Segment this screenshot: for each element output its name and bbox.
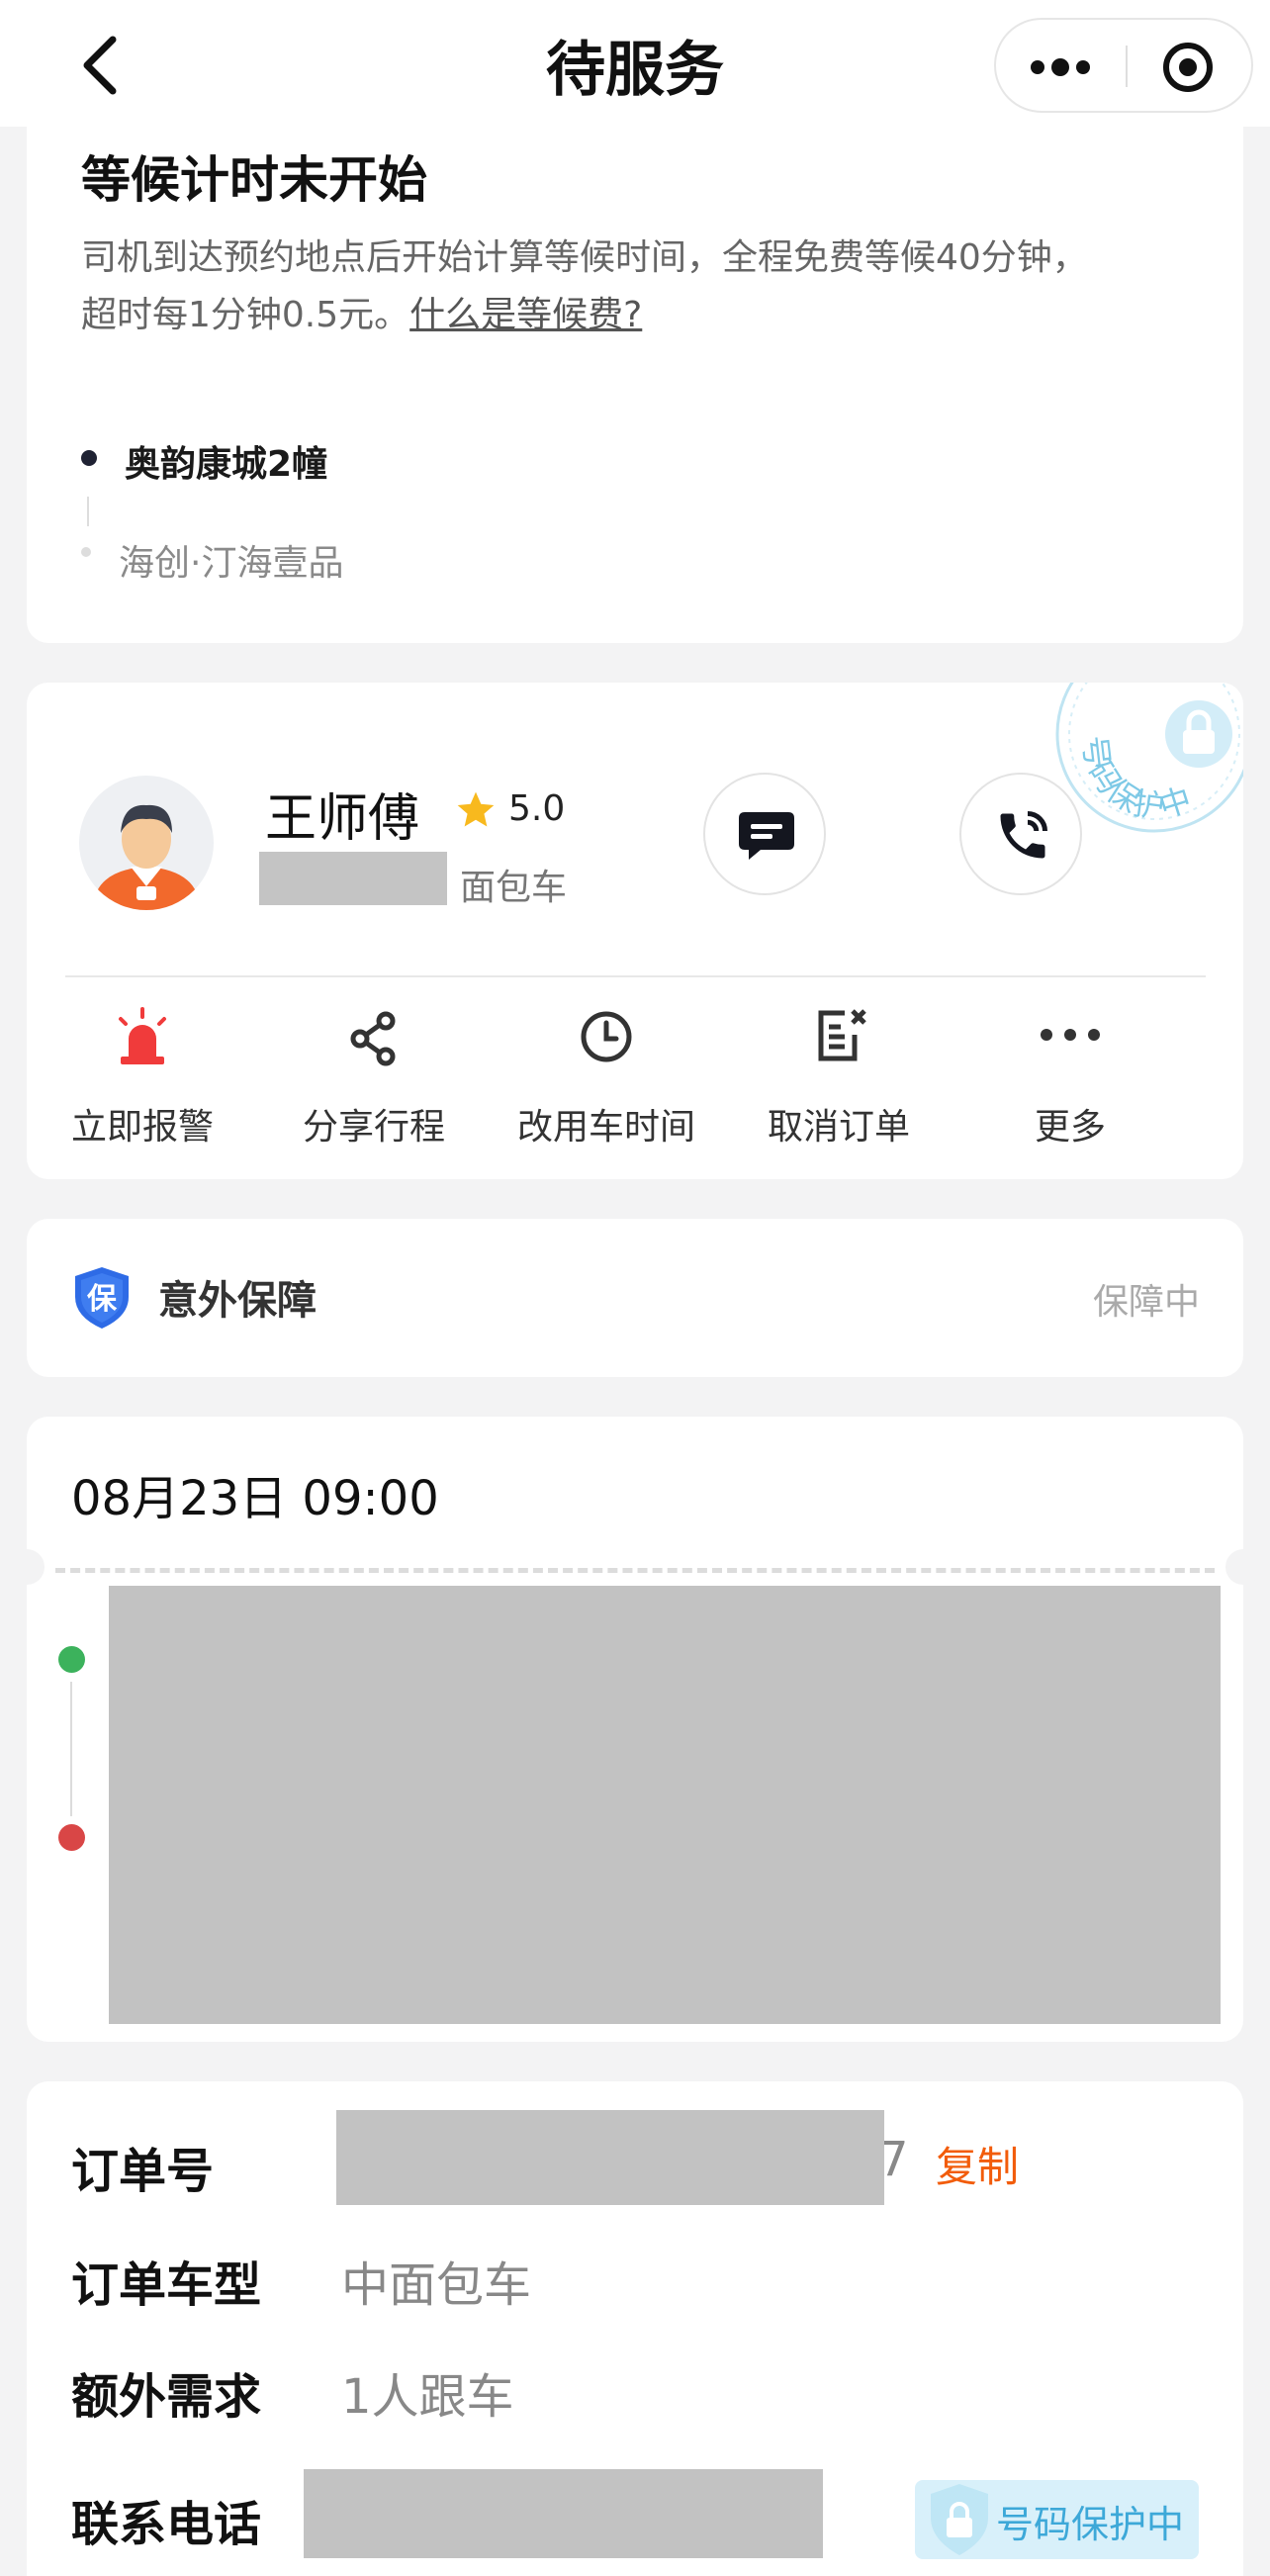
- ellipsis-icon[interactable]: [1028, 55, 1093, 79]
- capsule-divider: [1126, 46, 1128, 87]
- start-point-dot: [58, 1646, 85, 1673]
- route-start-dot: [81, 450, 97, 466]
- more-dots-icon: [1041, 1029, 1100, 1041]
- extra-demand-value: 1人跟车: [341, 2369, 514, 2425]
- call-button[interactable]: [959, 773, 1082, 895]
- insurance-badge-text: 保: [87, 1282, 118, 1317]
- lock-shield-icon: [931, 2484, 988, 2555]
- mini-program-capsule: [994, 18, 1253, 113]
- address-redacted: [109, 1586, 1221, 2024]
- driver-name: 王师傅: [265, 789, 420, 849]
- action-label: 分享行程: [302, 1107, 445, 1148]
- ticket-dashed-divider: [55, 1568, 1215, 1573]
- insurance-label: 意外保障: [158, 1278, 317, 1324]
- waiting-desc-line2: 超时每1分钟0.5元。: [81, 295, 410, 335]
- target-circle-icon[interactable]: [1162, 42, 1214, 93]
- order-id-redacted: [336, 2110, 884, 2205]
- extra-demand-label: 额外需求: [71, 2369, 262, 2425]
- action-label: 立即报警: [70, 1107, 214, 1148]
- route-end-dot: [81, 547, 91, 557]
- action-label: 取消订单: [767, 1107, 910, 1148]
- avatar: [79, 776, 214, 910]
- chat-bubble-icon: [739, 812, 794, 860]
- waiting-description: 司机到达预约地点后开始计算等候时间，全程免费等候40分钟， 超时每1分钟0.5元…: [81, 230, 1189, 344]
- order-type-label: 订单车型: [71, 2257, 262, 2313]
- trip-time: 08月23日 09:00: [71, 1471, 439, 1526]
- route-connector: [87, 497, 89, 526]
- copy-order-button[interactable]: 复制: [936, 2134, 1019, 2194]
- number-protection-text: 号码保护中: [996, 2503, 1185, 2546]
- action-label: 改用车时间: [516, 1107, 695, 1148]
- order-type-value: 中面包车: [341, 2257, 532, 2313]
- route-start-address: 奥韵康城2幢: [125, 444, 328, 485]
- route-end-address: 海创·汀海壹品: [119, 543, 344, 584]
- share-icon: [350, 1011, 396, 1066]
- phone-icon: [1000, 811, 1047, 859]
- alarm-siren-icon: [119, 1007, 166, 1064]
- contact-phone-redacted: [304, 2469, 823, 2558]
- nav-bar: 待服务: [0, 0, 1270, 127]
- number-protection-badge: 号码保护中: [915, 2480, 1199, 2559]
- ticket-notch-right: [1225, 1549, 1261, 1585]
- waiting-fee-link[interactable]: 什么是等候费?: [409, 295, 642, 335]
- insurance-status: 保障中: [1092, 1282, 1200, 1323]
- trip-connector-line: [70, 1682, 72, 1816]
- order-id-label: 订单号: [71, 2144, 215, 2199]
- end-point-dot: [58, 1824, 85, 1851]
- license-plate-redacted: [259, 852, 447, 905]
- waiting-desc-line1: 司机到达预约地点后开始计算等候时间，全程免费等候40分钟，: [81, 237, 1088, 278]
- driver-car-type: 面包车: [460, 868, 568, 908]
- chat-button[interactable]: [703, 773, 826, 895]
- cancel-order-icon: [818, 1009, 866, 1061]
- star-icon: [457, 791, 495, 827]
- ticket-notch-left: [9, 1549, 45, 1585]
- shield-icon: 保: [75, 1267, 129, 1329]
- driver-rating: 5.0: [508, 788, 566, 829]
- waiting-title: 等候计时未开始: [81, 151, 427, 209]
- action-label: 更多: [1034, 1107, 1106, 1148]
- contact-phone-label: 联系电话: [71, 2497, 262, 2552]
- driver-card-divider: [65, 975, 1206, 977]
- clock-icon: [581, 1011, 632, 1062]
